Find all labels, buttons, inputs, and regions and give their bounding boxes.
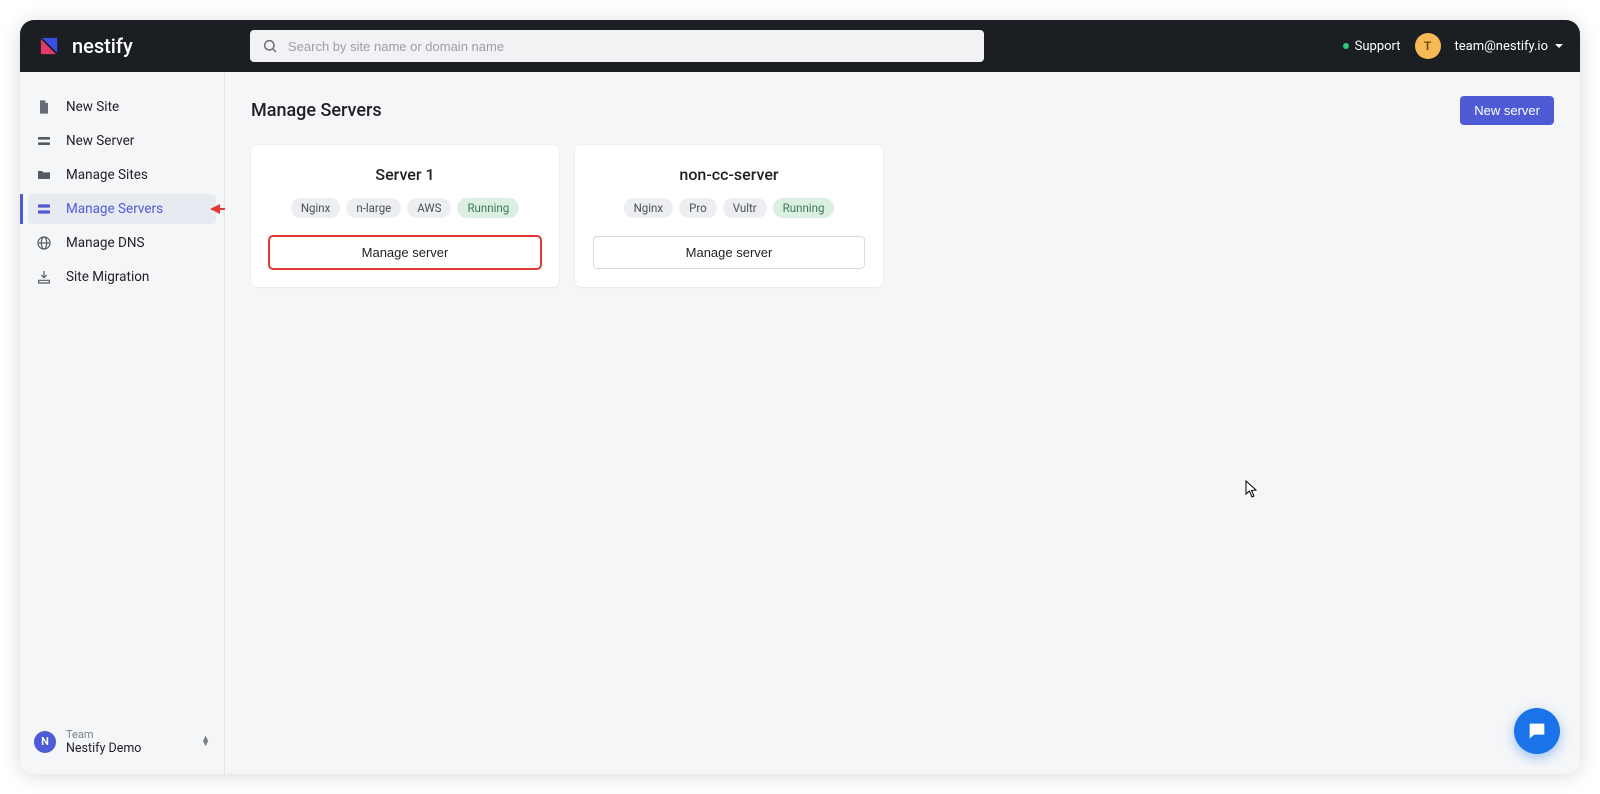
team-avatar: N (34, 731, 56, 753)
server-status-badge: Running (773, 198, 835, 218)
user-avatar[interactable]: T (1415, 33, 1441, 59)
sidebar-item-label: New Server (66, 133, 134, 149)
brand-name: nestify (72, 34, 133, 58)
servers-icon (36, 201, 52, 217)
search-input[interactable] (288, 39, 972, 54)
sidebar-item-manage-dns[interactable]: Manage DNS (28, 228, 216, 258)
sidebar-item-new-site[interactable]: New Site (28, 92, 216, 122)
sidebar-item-label: Manage DNS (66, 235, 145, 251)
sidebar-item-label: Manage Servers (66, 201, 163, 217)
search-field[interactable] (250, 30, 984, 62)
server-status-badge: Running (457, 198, 519, 218)
sidebar-item-manage-sites[interactable]: Manage Sites (28, 160, 216, 190)
user-email-label: team@nestify.io (1455, 39, 1548, 54)
team-name: Nestify Demo (66, 741, 141, 756)
support-label: Support (1355, 39, 1401, 54)
cursor-icon (1245, 480, 1259, 498)
server-card: Server 1 Nginx n-large AWS Running Manag… (251, 145, 559, 287)
sidebar-item-label: New Site (66, 99, 119, 115)
search-icon (262, 38, 278, 54)
brand-logo[interactable]: nestify (36, 33, 226, 59)
server-stack-icon (36, 133, 52, 149)
main-content: Manage Servers New server Server 1 Nginx… (225, 72, 1580, 774)
nestify-logo-icon (36, 33, 62, 59)
support-link[interactable]: Support (1343, 39, 1401, 54)
server-tag: Nginx (291, 198, 341, 218)
search-container (250, 30, 984, 62)
sidebar-item-label: Site Migration (66, 269, 149, 285)
server-name: Server 1 (375, 165, 434, 184)
server-tag: Nginx (624, 198, 674, 218)
server-card: non-cc-server Nginx Pro Vultr Running Ma… (575, 145, 883, 287)
header-right: Support T team@nestify.io (1343, 33, 1564, 59)
folder-icon (36, 167, 52, 183)
updown-icon: ▲▼ (201, 737, 210, 748)
header-bar: nestify Support T team@nestify.io (20, 20, 1580, 72)
new-server-button[interactable]: New server (1460, 96, 1554, 125)
main-header: Manage Servers New server (251, 96, 1554, 125)
status-dot-icon (1343, 43, 1349, 49)
manage-server-button[interactable]: Manage server (269, 236, 541, 269)
server-tag: n-large (346, 198, 401, 218)
sidebar-item-label: Manage Sites (66, 167, 148, 183)
server-tag: AWS (407, 198, 451, 218)
team-switcher[interactable]: N Team Nestify Demo ▲▼ (20, 716, 224, 774)
file-icon (36, 99, 52, 115)
server-tag: Vultr (723, 198, 767, 218)
sidebar: New Site New Server Manage Sites (20, 72, 225, 774)
chat-fab[interactable] (1514, 708, 1560, 754)
server-tag: Pro (679, 198, 717, 218)
user-menu[interactable]: team@nestify.io (1455, 39, 1564, 54)
manage-server-button[interactable]: Manage server (593, 236, 865, 269)
server-tags: Nginx n-large AWS Running (291, 198, 519, 218)
server-tags: Nginx Pro Vultr Running (624, 198, 835, 218)
sidebar-item-manage-servers[interactable]: Manage Servers (28, 194, 216, 224)
team-info: Team Nestify Demo (66, 728, 141, 756)
app-frame: nestify Support T team@nestify.io (20, 20, 1580, 774)
caret-down-icon (1554, 41, 1564, 51)
migration-icon (36, 269, 52, 285)
server-name: non-cc-server (679, 165, 778, 184)
globe-icon (36, 235, 52, 251)
page-title: Manage Servers (251, 100, 382, 121)
chat-icon (1526, 720, 1548, 742)
sidebar-item-site-migration[interactable]: Site Migration (28, 262, 216, 292)
sidebar-item-new-server[interactable]: New Server (28, 126, 216, 156)
body: New Site New Server Manage Sites (20, 72, 1580, 774)
server-cards: Server 1 Nginx n-large AWS Running Manag… (251, 145, 1554, 287)
sidebar-nav: New Site New Server Manage Sites (20, 92, 224, 296)
team-label: Team (66, 728, 141, 741)
